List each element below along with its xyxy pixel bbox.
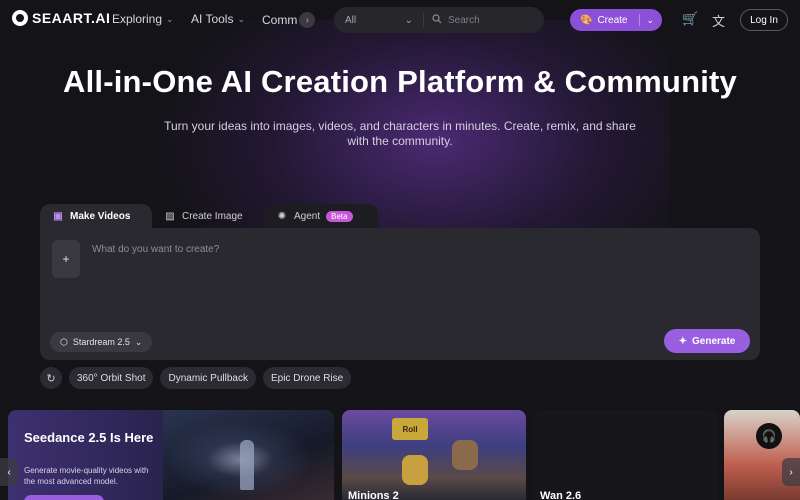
logo-text: SEAART.AI (32, 10, 111, 26)
chevron-down-icon: ⌄ (166, 13, 174, 24)
promo-description: Generate movie-quality videos with the m… (24, 466, 149, 486)
create-label: Create (597, 14, 628, 26)
tab-make-videos[interactable]: ▣ Make Videos (40, 204, 152, 228)
tab-agent[interactable]: ✺ Agent Beta (264, 204, 378, 228)
tab-create-image[interactable]: ▨ Create Image (152, 204, 264, 228)
nav-label: Exploring (112, 12, 163, 26)
search-category-value: All (345, 14, 357, 26)
tab-label: Make Videos (70, 210, 131, 222)
image-icon: ▨ (165, 210, 175, 222)
promo-title: Wan 2.6 (540, 490, 582, 500)
carousel-next-button[interactable]: › (782, 458, 800, 486)
search-category-select[interactable]: All ⌄ (334, 13, 424, 27)
plus-icon: + (62, 252, 70, 266)
refresh-icon[interactable]: ↻ (40, 367, 62, 389)
palette-icon: 🎨 (580, 14, 593, 26)
sparkle-icon: ✦ (678, 335, 688, 347)
nav-label: AI Tools (191, 12, 234, 26)
support-headset-icon[interactable]: 🎧 (756, 423, 782, 449)
chevron-down-icon[interactable]: ⌄ (646, 15, 654, 26)
translate-icon[interactable]: 文 (712, 11, 725, 30)
agent-icon: ✺ (277, 210, 287, 222)
mode-tabs: ▣ Make Videos ▨ Create Image ✺ Agent Bet… (40, 204, 378, 228)
tab-label: Agent (294, 210, 321, 222)
chevron-right-icon[interactable]: › (299, 12, 316, 28)
prompt-input[interactable]: What do you want to create? (92, 244, 219, 255)
chip-orbit-shot[interactable]: 360° Orbit Shot (69, 367, 154, 389)
nav-exploring[interactable]: Exploring ⌄ (112, 12, 174, 26)
search-bar: All ⌄ Search (334, 7, 544, 33)
promo-cta-button[interactable] (24, 495, 104, 500)
carousel-prev-button[interactable]: ‹ (0, 458, 18, 486)
top-bar: SEAART.AI Exploring ⌄ AI Tools ⌄ Comm › … (0, 0, 800, 40)
logo-icon (12, 10, 28, 26)
prompt-panel: + What do you want to create? ⬡ Stardrea… (40, 228, 760, 360)
search-placeholder: Search (448, 14, 480, 26)
create-button[interactable]: 🎨 Create ⌄ (570, 9, 662, 31)
video-icon: ▣ (53, 210, 63, 222)
divider (639, 14, 640, 26)
promo-card-wan[interactable]: Wan 2.6 (532, 410, 718, 500)
hero-subtitle: Turn your ideas into images, videos, and… (164, 119, 636, 148)
chevron-down-icon: ⌄ (404, 14, 413, 26)
promo-figure (402, 455, 428, 485)
nav-community[interactable]: Comm › (262, 12, 316, 28)
generate-label: Generate (692, 335, 736, 347)
chevron-down-icon: ⌄ (237, 13, 246, 24)
preset-chips: ↻ 360° Orbit Shot Dynamic Pullback Epic … (40, 367, 352, 389)
nav-label: Comm (262, 13, 298, 27)
promo-card-minions[interactable]: Roll Minions 2 (342, 410, 526, 500)
beta-badge: Beta (326, 210, 353, 222)
promo-figure (240, 440, 254, 490)
model-select[interactable]: ⬡ Stardream 2.5 ⌄ (50, 332, 153, 352)
tab-label: Create Image (182, 210, 243, 222)
vip-cart-icon[interactable]: 🛒 (682, 11, 698, 27)
promo-title: Seedance 2.5 Is Here (24, 430, 154, 445)
promo-card-seedance[interactable]: Seedance 2.5 Is Here Generate movie-qual… (8, 410, 334, 500)
hero-title: All-in-One AI Creation Platform & Commun… (63, 64, 737, 99)
promo-sign: Roll (392, 418, 428, 440)
chip-epic-drone-rise[interactable]: Epic Drone Rise (262, 367, 352, 389)
promo-title: Minions 2 (348, 490, 399, 500)
logo[interactable]: SEAART.AI (12, 10, 110, 26)
nav-ai-tools[interactable]: AI Tools ⌄ (191, 12, 245, 26)
search-input[interactable]: Search (424, 13, 480, 27)
login-button[interactable]: Log In (740, 9, 788, 31)
model-label: Stardream 2.5 (72, 337, 130, 347)
generate-button[interactable]: ✦ Generate (664, 329, 750, 353)
search-icon (432, 13, 442, 27)
upload-button[interactable]: + (52, 237, 83, 278)
chevron-down-icon: ⌄ (134, 336, 143, 347)
promo-figure (452, 440, 478, 470)
cube-icon: ⬡ (60, 336, 68, 347)
chip-dynamic-pullback[interactable]: Dynamic Pullback (160, 367, 256, 389)
